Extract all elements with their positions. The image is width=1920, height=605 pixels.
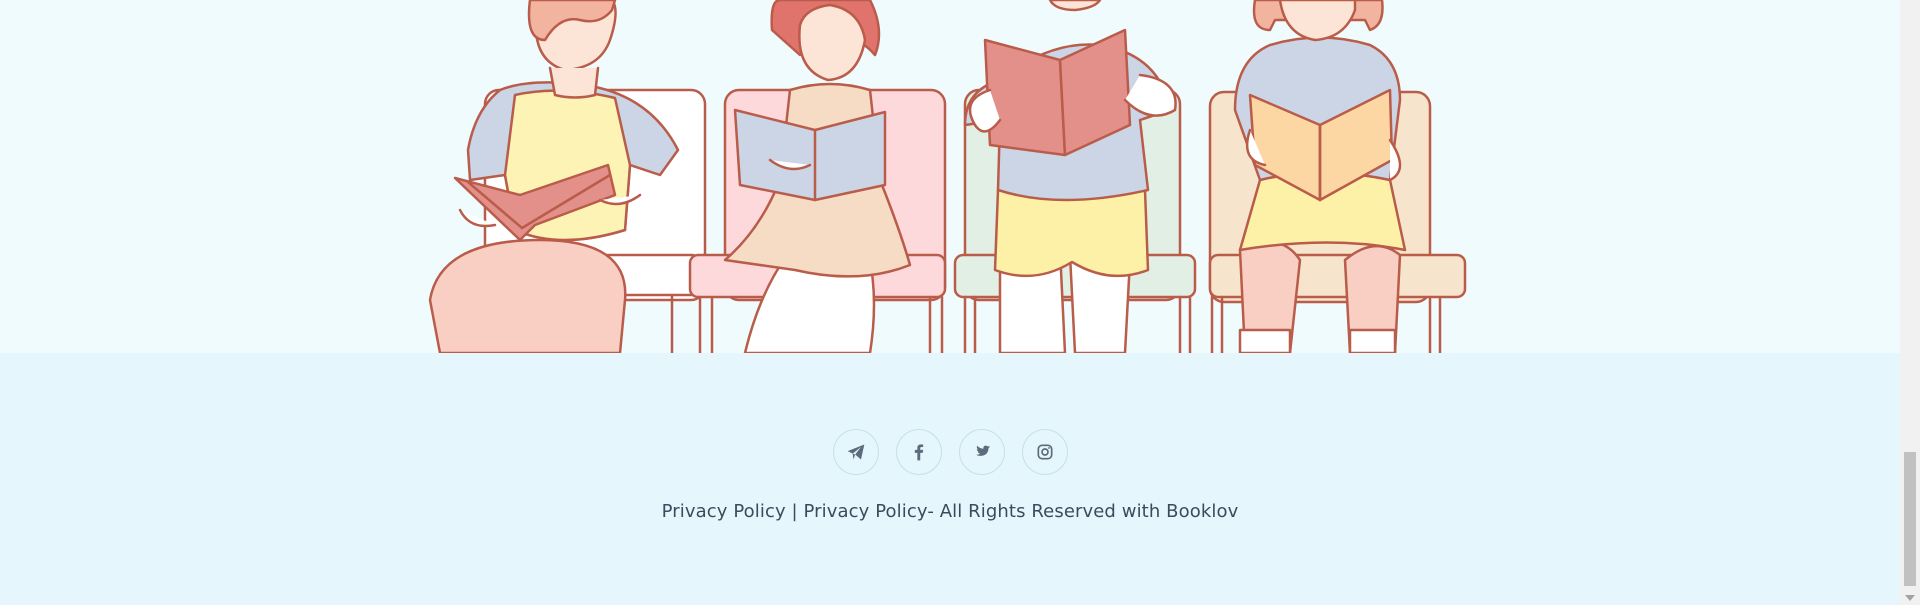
site-footer: Privacy Policy | Privacy Policy- All Rig… (0, 353, 1900, 605)
scroll-down-arrow-icon[interactable] (1905, 595, 1915, 601)
twitter-icon (975, 445, 990, 456)
rights-text: - All Rights Reserved with Booklov (927, 501, 1239, 522)
scrollbar-thumb[interactable] (1904, 452, 1916, 586)
instagram-link[interactable] (1021, 429, 1068, 475)
telegram-icon (847, 444, 864, 460)
footer-legal: Privacy Policy | Privacy Policy- All Rig… (0, 501, 1900, 522)
vertical-scrollbar[interactable] (1900, 0, 1920, 605)
twitter-link[interactable] (958, 429, 1005, 475)
facebook-link[interactable] (895, 429, 942, 475)
privacy-policy-link[interactable]: Privacy Policy (662, 501, 786, 522)
separator: | (785, 501, 804, 522)
facebook-icon (914, 444, 923, 461)
children-reading-illustration (428, 0, 1467, 353)
instagram-icon (1037, 444, 1052, 460)
social-links (0, 429, 1900, 475)
privacy-policy-link-2[interactable]: Privacy Policy (804, 501, 928, 522)
telegram-link[interactable] (832, 429, 879, 475)
hero-illustration-section (0, 0, 1900, 353)
